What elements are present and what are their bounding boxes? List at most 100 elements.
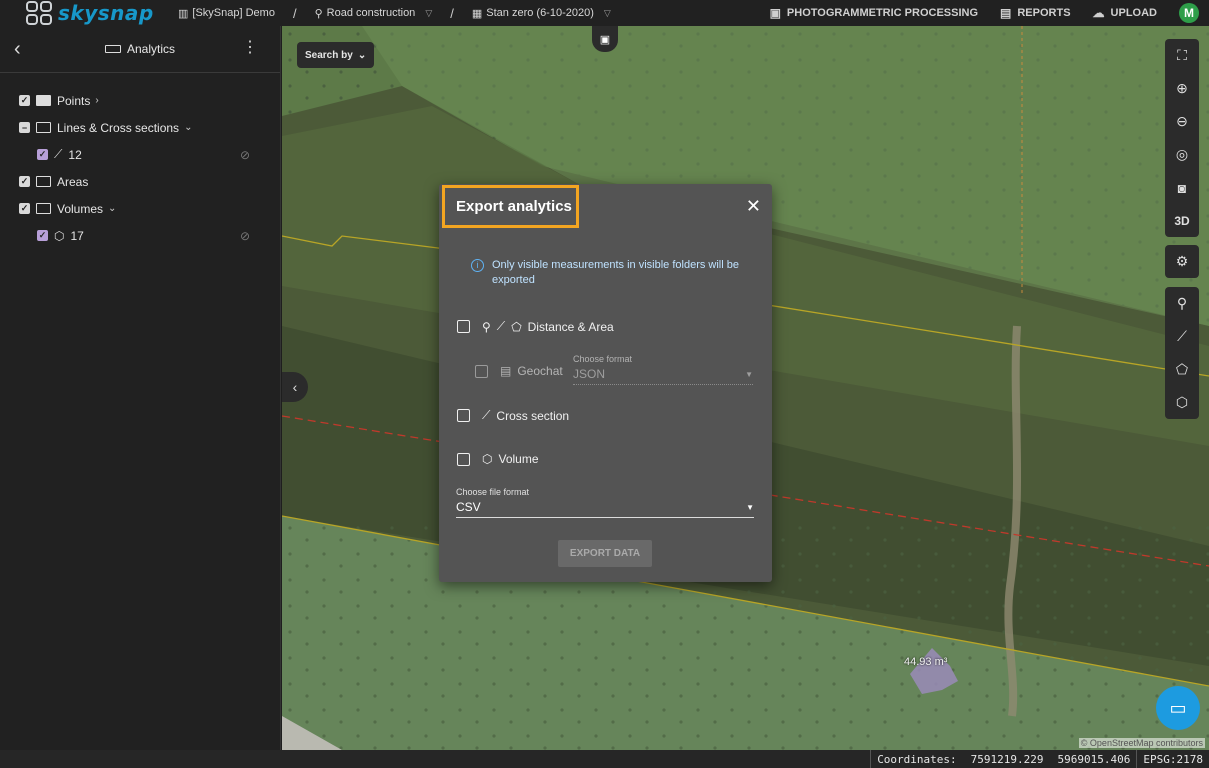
zoom-in-button[interactable]: ⊕ (1165, 72, 1199, 105)
folder-icon (36, 176, 51, 187)
checkbox-checked[interactable]: ✓ (37, 230, 48, 241)
coordinate-x: 7591219.229 (970, 752, 1044, 766)
geochat-checkbox[interactable] (475, 364, 488, 378)
cross-section-option[interactable]: ⟋ Cross section (457, 408, 569, 423)
visibility-off-icon[interactable]: ⊘ (240, 148, 250, 162)
volume-label: Volume (498, 452, 539, 466)
file-format-value: CSV (456, 500, 481, 514)
file-format-select[interactable]: Choose file format CSV ▼ (456, 487, 754, 518)
map-view-toolbar: ⛶ ⊕ ⊖ ◎ ◙ 3D (1165, 39, 1199, 237)
calendar-icon: ▣ (599, 33, 611, 46)
dropdown-arrow-icon: ▼ (746, 502, 754, 512)
image-plus-icon: ▣ (769, 6, 781, 20)
camera-icon: ◙ (1177, 179, 1187, 196)
checkbox-checked[interactable]: ✓ (37, 149, 48, 160)
report-plus-icon: ▤ (1000, 6, 1012, 20)
checkbox-indeterminate[interactable]: − (19, 122, 30, 133)
more-vert-icon[interactable]: ⋮ (242, 40, 258, 56)
chat-bubble-icon: ▭ (1169, 697, 1187, 718)
3d-view-button[interactable]: 3D (1165, 204, 1199, 237)
fullscreen-button[interactable]: ⛶ (1165, 39, 1199, 72)
tree-item-volume-17[interactable]: ✓ ⬡ 17 ⊘ (0, 222, 280, 249)
location-pin-icon: ⚲ (482, 319, 491, 334)
zoom-in-icon: ⊕ (1176, 80, 1188, 96)
tree-item-areas[interactable]: ✓ Areas (0, 168, 280, 195)
stage-selector[interactable]: ▦ Stan zero (6-10-2020) ▽ (466, 5, 617, 22)
map-attribution[interactable]: © OpenStreetMap contributors (1078, 738, 1205, 748)
area-tool-button[interactable]: ⬠ (1165, 353, 1199, 386)
reports-button[interactable]: ▤ REPORTS (1000, 6, 1071, 20)
tree-item-volumes[interactable]: ✓ Volumes ⌄ (0, 195, 280, 222)
calendar-icon: ▦ (471, 7, 483, 20)
coordinates-readout: Coordinates: 7591219.229 5969015.406 (870, 750, 1136, 768)
geochat-format-select[interactable]: Choose format JSON ▼ (573, 354, 753, 385)
volume-checkbox[interactable] (457, 452, 470, 466)
export-data-button[interactable]: EXPORT DATA (558, 540, 652, 567)
chevron-right-icon[interactable]: › (95, 95, 98, 106)
polyline-icon: ⟋ (1177, 328, 1187, 344)
zoom-out-icon: ⊖ (1176, 113, 1188, 129)
distance-area-option[interactable]: ⚲ ⟋ ⬠ Distance & Area (457, 319, 614, 334)
close-icon[interactable]: ✕ (746, 196, 761, 217)
coordinate-y: 5969015.406 (1057, 752, 1131, 766)
chevron-down-icon[interactable]: ⌄ (184, 122, 192, 133)
analytics-tree: ✓ Points › − Lines & Cross sections ⌄ ✓ … (0, 73, 280, 249)
volume-cube-icon: ⬡ (1175, 394, 1189, 410)
chat-button[interactable]: ▭ (1156, 686, 1200, 730)
volume-measurement-label: 44.93 m³ (904, 656, 948, 668)
project-selector[interactable]: ⚲ Road construction ▽ (309, 5, 439, 22)
epsg-code[interactable]: EPSG:2178 (1136, 750, 1209, 768)
analytics-sidebar: ‹ Analytics ⋮ ✓ Points › − Lines & Cross… (0, 26, 281, 750)
chevron-left-icon: ‹ (292, 379, 298, 395)
folder-icon (36, 122, 51, 133)
search-by-dropdown[interactable]: Search by ⌄ (297, 42, 375, 68)
geochat-option[interactable]: ▤ Geochat (475, 364, 563, 378)
dialog-title: Export analytics (456, 198, 572, 215)
my-location-button[interactable]: ◎ (1165, 138, 1199, 171)
photogrammetric-processing-button[interactable]: ▣ PHOTOGRAMMETRIC PROCESSING (770, 6, 978, 20)
coordinates-label: Coordinates: (877, 752, 957, 766)
checkbox-checked[interactable]: ✓ (19, 203, 30, 214)
dropdown-arrow-icon: ▼ (745, 369, 753, 379)
tree-item-label: Areas (57, 174, 89, 189)
screenshot-button[interactable]: ◙ (1165, 171, 1199, 204)
back-arrow-icon[interactable]: ‹ (14, 38, 21, 61)
settings-button[interactable]: ⚙ (1165, 245, 1199, 278)
distance-area-checkbox[interactable] (457, 320, 470, 333)
checkbox-checked[interactable]: ✓ (19, 95, 30, 106)
sidebar-header: ‹ Analytics ⋮ (0, 26, 280, 73)
point-tool-button[interactable]: ⚲ (1165, 287, 1199, 320)
volume-option[interactable]: ⬡ Volume (457, 452, 539, 466)
geochat-format-value: JSON (573, 367, 606, 381)
calendar-toggle-button[interactable]: ▣ (592, 26, 618, 52)
info-icon: i (471, 259, 484, 272)
top-bar: skysnap ▥ [SkySnap] Demo / ⚲ Road constr… (0, 0, 1209, 26)
geochat-format-value-row: JSON ▼ (573, 367, 753, 385)
checkbox-checked[interactable]: ✓ (19, 176, 30, 187)
tree-item-points[interactable]: ✓ Points › (0, 87, 280, 114)
org-selector[interactable]: ▥ [SkySnap] Demo (172, 5, 281, 22)
tree-item-label: Points (57, 93, 91, 108)
geochat-format-label: Choose format (573, 354, 633, 364)
avatar[interactable]: M (1179, 3, 1199, 23)
upload-button[interactable]: ☁ UPLOAD (1093, 6, 1157, 20)
breadcrumb: ▥ [SkySnap] Demo / ⚲ Road construction ▽… (172, 5, 617, 22)
distance-area-label: Distance & Area (527, 319, 614, 334)
tree-item-lines[interactable]: − Lines & Cross sections ⌄ (0, 114, 280, 141)
polyline-icon: ⟋ (54, 147, 63, 161)
line-tool-button[interactable]: ⟋ (1165, 320, 1199, 353)
tree-item-line-12[interactable]: ✓ ⟋ 12 ⊘ (0, 141, 280, 168)
logo[interactable]: skysnap (26, 1, 166, 25)
cross-section-checkbox[interactable] (457, 409, 470, 422)
fullscreen-icon: ⛶ (1177, 47, 1187, 63)
top-actions: ▣ PHOTOGRAMMETRIC PROCESSING ▤ REPORTS ☁… (770, 0, 1209, 26)
project-label: Road construction (326, 7, 416, 19)
visibility-off-icon[interactable]: ⊘ (240, 229, 250, 243)
chevron-down-icon[interactable]: ⌄ (108, 203, 116, 214)
zoom-out-button[interactable]: ⊖ (1165, 105, 1199, 138)
folder-filled-icon (36, 95, 51, 106)
ruler-icon (104, 45, 121, 53)
polyline-icon: ⟋ (496, 319, 506, 333)
volume-tool-button[interactable]: ⬡ (1165, 386, 1199, 419)
breadcrumb-separator: / (292, 5, 297, 21)
